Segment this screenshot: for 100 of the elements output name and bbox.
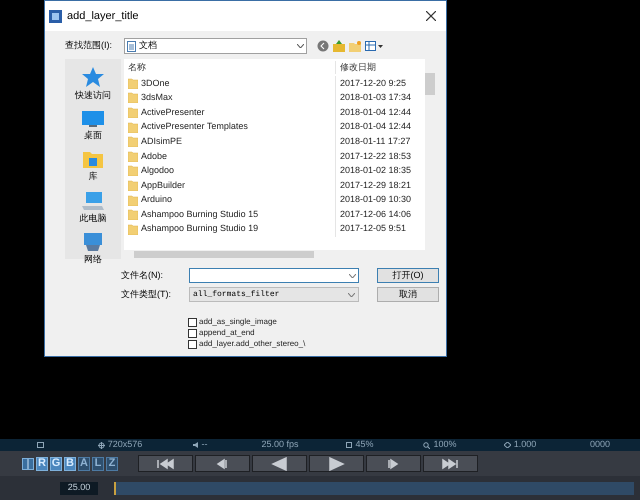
- channel-toggle[interactable]: Z: [106, 456, 118, 470]
- file-row[interactable]: ADIsimPE 2018-01-11 17:27: [124, 134, 435, 149]
- cancel-button[interactable]: 取消: [377, 287, 439, 302]
- first-icon: [156, 456, 175, 470]
- folder-icon: [128, 136, 138, 148]
- channel-toggle[interactable]: A: [78, 456, 90, 470]
- folder-icon: [128, 106, 138, 118]
- status-text: 45%: [355, 438, 374, 452]
- network-icon: [82, 233, 104, 251]
- file-name: 3dsMax: [141, 91, 173, 104]
- file-date: 2018-01-04 12:44: [339, 106, 412, 119]
- checkbox[interactable]: [188, 318, 197, 326]
- look-in-label: 查找范围(I):: [65, 39, 113, 52]
- file-row[interactable]: 3dsMax 2018-01-03 17:34: [124, 90, 435, 106]
- place-item[interactable]: 此电脑: [80, 192, 106, 225]
- file-row[interactable]: ActivePresenter Templates 2018-01-04 12:44: [124, 120, 435, 134]
- caret-icon: [349, 274, 356, 278]
- checkbox[interactable]: [188, 340, 197, 348]
- file-name: Arduino: [141, 193, 172, 206]
- horizontal-scrollbar[interactable]: [124, 250, 435, 259]
- filetype-label: 文件类型(T):: [121, 288, 172, 301]
- file-name: AppBuilder: [141, 178, 186, 192]
- split-view-icon[interactable]: [22, 458, 34, 470]
- file-name: Algodoo: [141, 164, 174, 178]
- caret-icon: [297, 44, 304, 48]
- status-text: 100%: [433, 438, 457, 452]
- reverse-icon: [270, 456, 289, 470]
- play-button[interactable]: [309, 455, 364, 472]
- file-row[interactable]: Ashampoo Burning Studio 19 2017-12-05 9:51: [124, 222, 435, 237]
- file-date: 2018-01-04 12:44: [339, 120, 412, 134]
- place-item[interactable]: 库: [83, 150, 103, 184]
- file-date: 2018-01-02 18:35: [339, 164, 412, 178]
- place-item[interactable]: 快速访问: [75, 67, 111, 102]
- open-button[interactable]: 打开(O): [377, 268, 439, 283]
- folder-icon: [128, 122, 138, 133]
- file-row[interactable]: Adobe 2017-12-22 18:53: [124, 148, 435, 164]
- file-date: 2017-12-05 9:51: [339, 222, 406, 236]
- last-icon: [441, 456, 460, 470]
- first-button[interactable]: [138, 455, 193, 472]
- status-text: 25.00 fps: [261, 438, 299, 452]
- folder-icon: [83, 150, 103, 168]
- file-name: Ashampoo Burning Studio 19: [141, 222, 258, 236]
- close-icon[interactable]: [426, 11, 436, 21]
- folder-icon: [128, 180, 138, 191]
- folder-icon: [128, 194, 138, 206]
- option-label: append_at_end: [199, 327, 255, 339]
- look-in-value: 文档: [139, 39, 158, 52]
- filename-field[interactable]: [189, 268, 359, 283]
- back-icon[interactable]: [317, 40, 329, 52]
- file-row[interactable]: AppBuilder 2017-12-29 18:21: [124, 178, 435, 193]
- channel-toggle[interactable]: L: [92, 456, 104, 470]
- folder-icon: [128, 92, 138, 104]
- file-name: ADIsimPE: [141, 134, 182, 148]
- status-text: --: [202, 438, 208, 452]
- file-date: 2017-12-29 18:21: [339, 178, 412, 192]
- column-header[interactable]: 名称: [124, 60, 336, 74]
- file-row[interactable]: 3DOne 2017-12-20 9:25: [124, 76, 435, 91]
- star-icon: [82, 67, 104, 87]
- filetype-dropdown[interactable]: all_formats_filter: [189, 287, 359, 302]
- status-text: 0000: [590, 438, 610, 452]
- file-row[interactable]: Ashampoo Burning Studio 15 2017-12-06 14:06: [124, 207, 435, 222]
- magnifier-icon: [423, 442, 430, 448]
- file-row[interactable]: ActivePresenter 2018-01-04 12:44: [124, 105, 435, 120]
- column-header[interactable]: 修改日期: [336, 60, 423, 74]
- place-item[interactable]: 桌面: [82, 110, 104, 142]
- file-row[interactable]: Algodoo 2018-01-02 18:35: [124, 164, 435, 178]
- file-date: 2017-12-06 14:06: [339, 208, 412, 221]
- play-icon: [327, 456, 346, 470]
- diamond-icon: [504, 442, 511, 448]
- document-icon: [127, 40, 136, 52]
- folder-icon: [128, 78, 138, 89]
- file-date: 2018-01-03 17:34: [339, 91, 412, 104]
- caret-icon: [348, 292, 355, 296]
- checkbox[interactable]: [188, 328, 197, 338]
- look-in-dropdown[interactable]: 文档: [124, 38, 307, 54]
- file-name: ActivePresenter: [141, 106, 205, 119]
- file-name: ActivePresenter Templates: [141, 120, 248, 134]
- reverse-button[interactable]: [252, 455, 307, 472]
- app-icon: [49, 10, 62, 22]
- file-date: 2017-12-22 18:53: [339, 150, 412, 163]
- last-button[interactable]: [423, 455, 478, 472]
- crosshair-icon: [98, 442, 105, 448]
- folder-icon: [128, 209, 138, 220]
- file-name: 3DOne: [141, 76, 170, 90]
- timeline-track[interactable]: [114, 482, 634, 494]
- speaker-icon: [192, 442, 198, 448]
- file-date: 2018-01-09 10:30: [339, 193, 412, 206]
- file-row[interactable]: Arduino 2018-01-09 10:30: [124, 192, 435, 208]
- folder-icon: [128, 224, 138, 235]
- file-name: Ashampoo Burning Studio 15: [141, 208, 258, 221]
- folder-icon: [128, 150, 138, 162]
- option-label: add_layer.add_other_stereo_\: [199, 338, 306, 350]
- option-label: add_as_single_image: [199, 316, 277, 328]
- place-item[interactable]: 网络: [82, 233, 104, 266]
- file-date: 2018-01-11 17:27: [339, 134, 410, 148]
- back-step-button[interactable]: [195, 455, 250, 472]
- up-folder-icon[interactable]: [333, 40, 345, 52]
- view-menu-icon[interactable]: [365, 41, 383, 51]
- step-button[interactable]: [366, 455, 421, 472]
- time-field[interactable]: 25.00: [60, 482, 98, 494]
